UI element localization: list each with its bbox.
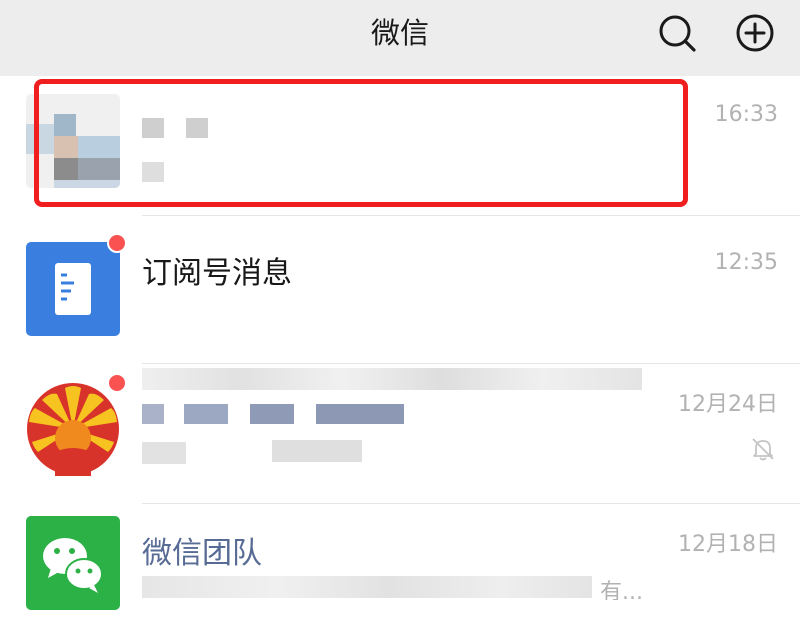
bell-off-icon bbox=[752, 438, 774, 461]
chat-time: 16:33 bbox=[714, 102, 778, 127]
chat-list: 16:33 订阅号消息 12:35 12月24日 微信团队 12月18日 有..… bbox=[0, 76, 800, 610]
chat-preview-text: 有... bbox=[600, 580, 643, 600]
redacted-preview bbox=[142, 576, 592, 598]
redacted-preview bbox=[272, 440, 362, 462]
contact-avatar bbox=[26, 94, 120, 188]
search-button[interactable] bbox=[654, 10, 700, 56]
wechat-logo bbox=[43, 538, 103, 593]
chat-time: 12月24日 bbox=[678, 392, 778, 417]
chat-name: 订阅号消息 bbox=[142, 256, 292, 291]
chat-name: 微信团队 bbox=[142, 536, 262, 571]
redacted-name bbox=[142, 118, 164, 138]
top-bar: 微信 bbox=[0, 0, 800, 76]
chat-preview bbox=[142, 150, 682, 176]
contact-avatar bbox=[26, 516, 120, 610]
redacted-preview bbox=[142, 162, 164, 182]
search-icon bbox=[659, 15, 696, 52]
chat-preview: 有... bbox=[600, 574, 660, 600]
chat-item[interactable]: 12月24日 bbox=[0, 364, 800, 504]
chat-item[interactable]: 订阅号消息 12:35 bbox=[0, 224, 800, 390]
article-icon bbox=[55, 263, 91, 315]
chat-preview bbox=[142, 298, 682, 324]
contact-avatar bbox=[26, 382, 120, 476]
redacted-name bbox=[184, 404, 228, 424]
redacted-name bbox=[142, 404, 164, 424]
redacted-name bbox=[186, 118, 208, 138]
chat-item[interactable]: 微信团队 12月18日 有... bbox=[0, 504, 800, 644]
chat-item[interactable]: 16:33 bbox=[0, 76, 800, 216]
chat-time: 12:35 bbox=[714, 250, 778, 275]
redacted-preview bbox=[142, 442, 186, 464]
redacted-name bbox=[250, 404, 294, 424]
chat-preview bbox=[142, 438, 682, 464]
plus-circle-icon bbox=[736, 14, 774, 52]
petrochina-logo bbox=[27, 383, 119, 476]
unread-badge bbox=[107, 233, 127, 253]
unread-badge bbox=[107, 373, 127, 393]
mute-indicator bbox=[748, 434, 778, 464]
chat-time: 12月18日 bbox=[678, 532, 778, 557]
divider bbox=[142, 215, 800, 216]
redacted-name bbox=[316, 404, 404, 424]
subscription-avatar bbox=[26, 242, 120, 336]
add-button[interactable] bbox=[732, 10, 778, 56]
